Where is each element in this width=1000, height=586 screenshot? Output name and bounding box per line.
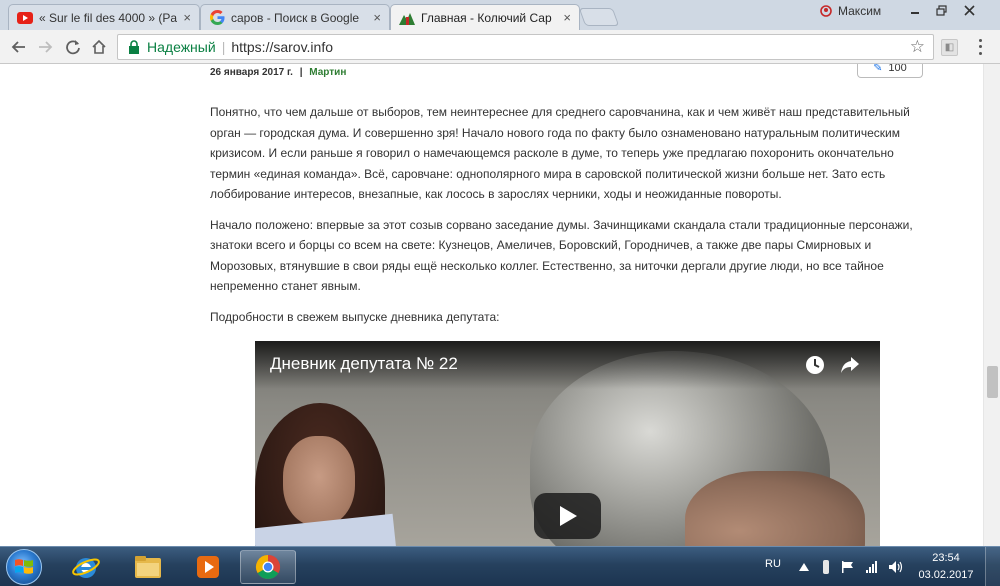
profile-icon bbox=[820, 5, 832, 17]
restore-icon[interactable] bbox=[928, 0, 954, 20]
flag-icon[interactable] bbox=[840, 559, 856, 575]
lock-icon[interactable] bbox=[124, 37, 144, 57]
article-body: Понятно, что чем дальше от выборов, тем … bbox=[210, 102, 930, 337]
close-icon[interactable]: × bbox=[563, 10, 571, 25]
minimize-icon[interactable] bbox=[902, 0, 928, 20]
browser-toolbar: Надежный | https://sarov.info ☆ ◧ bbox=[0, 30, 1000, 64]
tab-title: Главная - Колючий Сар bbox=[421, 10, 552, 25]
taskbar-ie[interactable] bbox=[58, 550, 114, 584]
counter-value: 100 bbox=[888, 64, 907, 74]
pencil-icon: ✎ bbox=[873, 64, 883, 74]
chrome-icon bbox=[255, 555, 281, 580]
extension-icon[interactable]: ◧ bbox=[941, 39, 958, 56]
google-icon bbox=[209, 10, 225, 26]
url-text[interactable]: https://sarov.info bbox=[231, 39, 333, 55]
article-paragraph: Подробности в свежем выпуске дневника де… bbox=[210, 309, 500, 324]
tab-strip: « Sur le fil des 4000 » (Pa × саров - По… bbox=[0, 0, 1000, 30]
volume-icon[interactable] bbox=[888, 559, 904, 575]
play-icon bbox=[559, 506, 577, 526]
tab-google[interactable]: саров - Поиск в Google × bbox=[200, 4, 390, 30]
tab-title: « Sur le fil des 4000 » (Pa bbox=[39, 10, 178, 25]
video-player[interactable]: Дневник депутата № 22 bbox=[255, 341, 880, 546]
reload-icon[interactable] bbox=[62, 36, 84, 58]
youtube-icon bbox=[17, 10, 33, 26]
post-author-link[interactable]: Мартин bbox=[309, 67, 346, 78]
clock-date: 03.02.2017 bbox=[918, 569, 974, 581]
media-player-icon bbox=[197, 556, 219, 578]
post-date: 26 января 2017 г. bbox=[210, 67, 293, 78]
folder-icon bbox=[135, 556, 161, 578]
taskbar-chrome[interactable] bbox=[240, 550, 296, 584]
forward-icon[interactable] bbox=[34, 36, 56, 58]
start-button[interactable] bbox=[6, 549, 42, 585]
scrollbar-thumb[interactable] bbox=[987, 366, 998, 398]
close-icon[interactable]: × bbox=[373, 10, 381, 25]
system-clock[interactable]: 23:54 03.02.2017 bbox=[914, 550, 978, 584]
back-icon[interactable] bbox=[8, 36, 30, 58]
internet-explorer-icon bbox=[72, 558, 100, 578]
windows-taskbar: RU 23:54 03.02.2017 bbox=[0, 546, 1000, 586]
new-tab-button[interactable] bbox=[578, 8, 620, 26]
network-icon[interactable] bbox=[864, 559, 880, 575]
watch-later-icon[interactable] bbox=[804, 354, 826, 376]
close-icon[interactable]: × bbox=[183, 10, 191, 25]
article-paragraph: Начало положено: впервые за этот созыв с… bbox=[210, 217, 913, 294]
video-frame-face bbox=[685, 471, 865, 546]
profile-name: Максим bbox=[838, 4, 882, 18]
keyboard-language[interactable]: RU bbox=[765, 558, 781, 570]
page-scrollbar[interactable] bbox=[983, 64, 1000, 546]
address-bar[interactable]: Надежный | https://sarov.info ☆ bbox=[117, 34, 934, 60]
show-desktop-button[interactable] bbox=[985, 547, 1000, 586]
tab-youtube[interactable]: « Sur le fil des 4000 » (Pa × bbox=[8, 4, 200, 30]
comment-counter[interactable]: ✎ 100 bbox=[857, 64, 923, 78]
video-frame-face bbox=[283, 436, 355, 526]
tab-title: саров - Поиск в Google bbox=[231, 10, 360, 25]
omnibox-separator: | bbox=[221, 39, 226, 55]
share-icon[interactable] bbox=[839, 355, 861, 375]
post-meta: 26 января 2017 г. | Мартин bbox=[210, 67, 346, 78]
bookmark-star-icon[interactable]: ☆ bbox=[910, 37, 925, 57]
home-icon[interactable] bbox=[88, 36, 110, 58]
security-label: Надежный bbox=[147, 39, 216, 55]
tray-arrow-icon[interactable] bbox=[796, 559, 812, 575]
article-paragraph: Понятно, что чем дальше от выборов, тем … bbox=[210, 105, 910, 201]
close-window-icon[interactable] bbox=[956, 0, 982, 20]
video-title[interactable]: Дневник депутата № 22 bbox=[270, 354, 458, 374]
windows-logo-icon bbox=[15, 559, 33, 574]
menu-icon[interactable] bbox=[972, 37, 988, 57]
tab-sarov[interactable]: Главная - Колючий Сар × bbox=[390, 4, 580, 30]
taskbar-media-player[interactable] bbox=[180, 550, 236, 584]
play-button[interactable] bbox=[534, 493, 601, 539]
site-icon bbox=[399, 10, 415, 26]
profile-button[interactable]: Максим bbox=[820, 2, 898, 20]
page-viewport: 26 января 2017 г. | Мартин ✎ 100 Понятно… bbox=[0, 64, 983, 546]
usb-device-icon[interactable] bbox=[818, 559, 834, 575]
clock-time: 23:54 bbox=[932, 552, 960, 564]
taskbar-explorer[interactable] bbox=[120, 550, 176, 584]
meta-separator: | bbox=[299, 67, 303, 78]
